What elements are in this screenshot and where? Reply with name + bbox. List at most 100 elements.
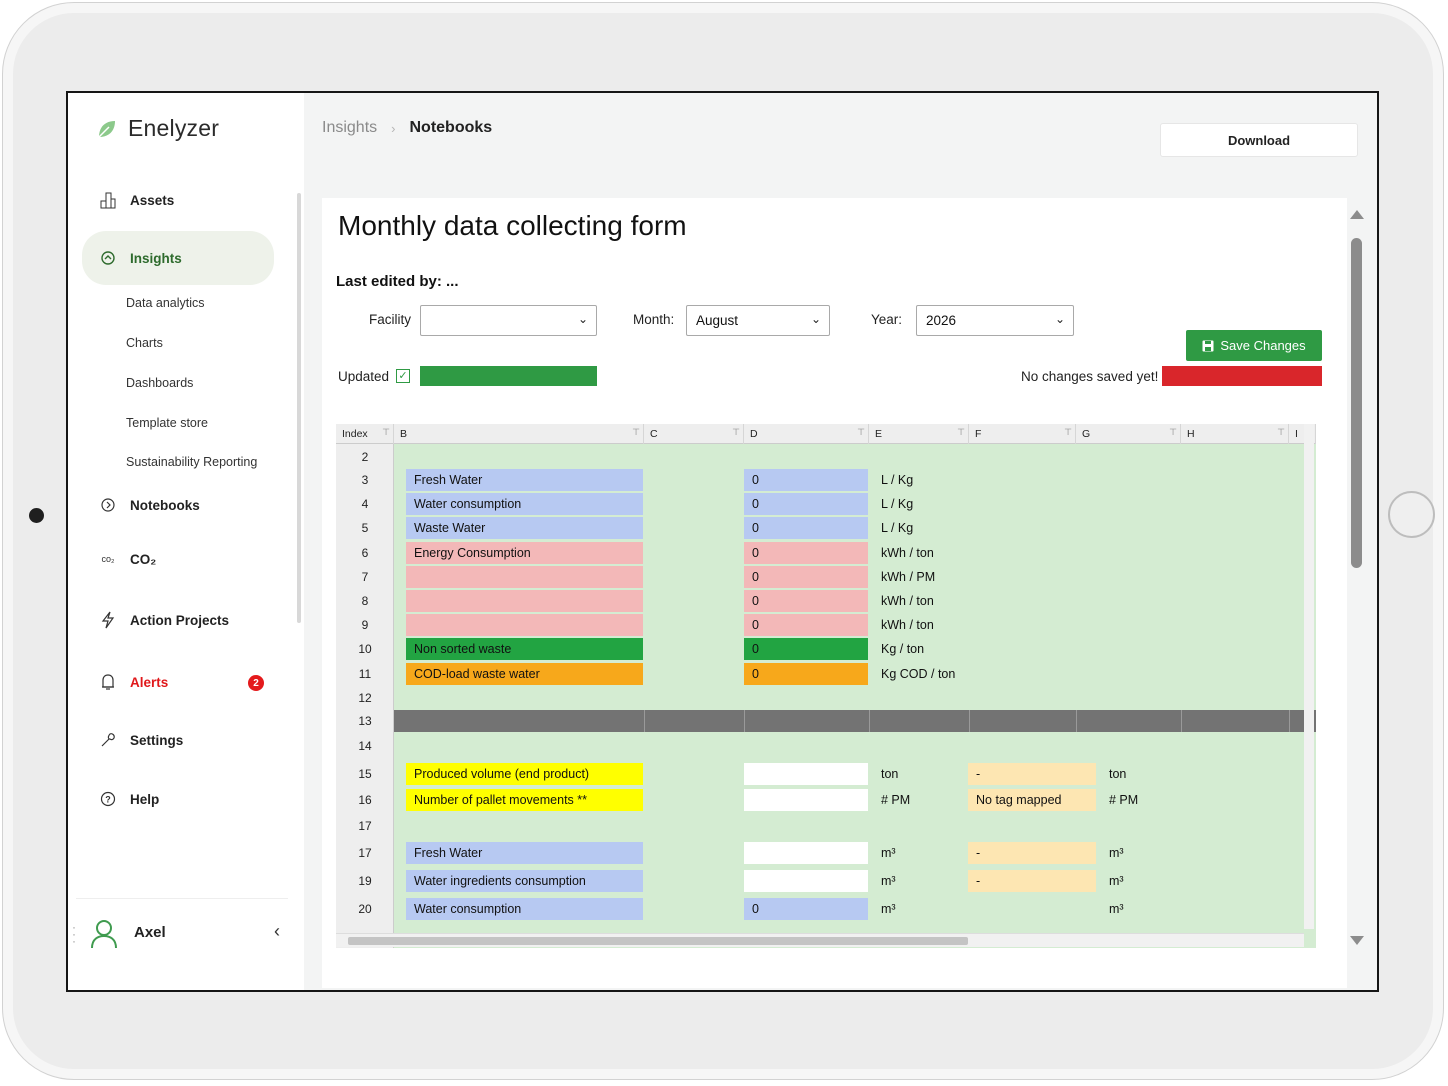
sub-item-sustainability-reporting[interactable]: Sustainability Reporting [126,455,257,469]
scrollbar-thumb[interactable] [1351,238,1362,568]
separator-gridline [969,710,970,732]
column-header-h[interactable]: H ⊤ [1181,424,1289,444]
cell-d[interactable]: 0 [744,590,868,612]
cell-g-unit: ton [1109,767,1127,781]
scroll-up-icon[interactable] [1349,208,1365,220]
sidebar-item-insights[interactable]: Insights [82,231,274,285]
cell-d[interactable]: 0 [744,469,868,491]
row-index: 19 [358,874,372,888]
cell-d[interactable] [744,842,868,864]
cell-b[interactable]: COD-load waste water [406,663,643,685]
cell-b[interactable] [406,566,643,588]
cell-b[interactable]: Water consumption [406,898,643,920]
cell-f[interactable]: - [968,870,1096,892]
cell-b[interactable]: Number of pallet movements ** [406,789,643,811]
cell-b[interactable]: Produced volume (end product) [406,763,643,785]
cell-b[interactable]: Non sorted waste [406,638,643,660]
cell-d[interactable]: 0 [744,493,868,515]
cell-f[interactable]: - [968,842,1096,864]
filter-icon[interactable]: ⊤ [382,427,390,438]
filter-icon[interactable]: ⊤ [732,427,740,438]
cell-d[interactable]: 0 [744,638,868,660]
sidebar-item-co2[interactable]: co₂ CO₂ [82,540,274,578]
save-changes-button[interactable]: Save Changes [1186,330,1322,361]
cell-g-unit: # PM [1109,793,1139,807]
separator-gridline [744,710,745,732]
filter-icon[interactable]: ⊤ [1277,427,1285,438]
cell-b[interactable] [406,614,643,636]
user-profile[interactable]: · · · Axel ‹ [68,911,304,959]
cell-b[interactable]: Energy Consumption [406,542,643,564]
download-button[interactable]: Download [1160,123,1358,157]
facility-select[interactable]: ⌄ [420,305,597,336]
filter-icon[interactable]: ⊤ [1064,427,1072,438]
cell-g-unit: m³ [1109,874,1124,888]
cell-b[interactable]: Waste Water [406,517,643,539]
month-select[interactable]: August ⌄ [686,305,830,336]
sub-item-charts[interactable]: Charts [126,336,163,350]
drag-handle-icon[interactable]: · · · [72,921,76,947]
column-header-e[interactable]: E ⊤ [869,424,969,444]
column-header-f[interactable]: F ⊤ [969,424,1076,444]
column-header-d[interactable]: D ⊤ [744,424,869,444]
no-changes-label: No changes saved yet! [1021,369,1159,384]
filter-icon[interactable]: ⊤ [1169,427,1177,438]
filter-icon[interactable]: ⊤ [857,427,865,438]
logo[interactable]: Enelyzer [96,115,219,142]
sub-item-template-store[interactable]: Template store [126,416,208,430]
home-button[interactable] [1388,491,1435,538]
cell-d[interactable] [744,789,868,811]
sub-item-data-analytics[interactable]: Data analytics [126,296,205,310]
column-header-b[interactable]: B ⊤ [394,424,644,444]
cell-d[interactable] [744,870,868,892]
cell-d[interactable]: 0 [744,614,868,636]
sidebar-item-assets[interactable]: Assets [82,181,274,219]
updated-checkbox[interactable]: ✓ [396,369,410,383]
sheet-vertical-scrollbar[interactable] [1304,424,1314,929]
scrollbar-thumb[interactable] [348,937,968,945]
cell-f[interactable]: - [968,763,1096,785]
cell-b[interactable] [406,590,643,612]
sub-item-dashboards[interactable]: Dashboards [126,376,193,390]
sidebar-item-settings[interactable]: Settings [82,721,274,759]
filter-icon[interactable]: ⊤ [957,427,965,438]
filter-icon[interactable]: ⊤ [632,427,640,438]
breadcrumb-insights[interactable]: Insights [322,119,377,137]
column-header-c[interactable]: C ⊤ [644,424,744,444]
camera-dot [29,508,44,523]
cell-e-unit: ton [881,767,899,781]
user-name: Axel [134,924,166,941]
cell-b[interactable]: Water consumption [406,493,643,515]
cell-d[interactable]: 0 [744,542,868,564]
sidebar-item-help[interactable]: ? Help [82,780,274,818]
year-select[interactable]: 2026 ⌄ [916,305,1074,336]
cell-f[interactable]: No tag mapped [968,789,1096,811]
sheet-horizontal-scrollbar[interactable] [336,933,1304,947]
alerts-count-badge: 2 [248,675,264,691]
sidebar-item-alerts[interactable]: Alerts [82,663,274,701]
sidebar-item-notebooks[interactable]: Notebooks [82,486,274,524]
column-label: E [875,428,883,440]
chevron-down-icon: ⌄ [810,312,821,326]
row-index: 7 [361,570,369,584]
column-header-g[interactable]: G ⊤ [1076,424,1181,444]
sidebar-item-action-projects[interactable]: Action Projects [82,601,274,639]
cell-d[interactable]: 0 [744,566,868,588]
cell-d[interactable]: 0 [744,898,868,920]
scroll-down-icon[interactable] [1349,935,1365,947]
cell-b[interactable]: Fresh Water [406,842,643,864]
page-scrollbar[interactable] [1346,208,1368,968]
separator-gridline [869,710,870,732]
cell-e-unit: kWh / ton [881,618,934,632]
column-header-index[interactable]: Index ⊤ [336,424,394,444]
spreadsheet[interactable]: Index ⊤ B ⊤ C ⊤ D ⊤ E ⊤ F ⊤ G ⊤ H ⊤ I 2 3 Fresh Wa… [336,424,1316,948]
cell-b[interactable]: Water ingredients consumption [406,870,643,892]
cell-d[interactable]: 0 [744,663,868,685]
cell-d[interactable]: 0 [744,517,868,539]
user-avatar-icon [91,920,117,949]
cell-d[interactable] [744,763,868,785]
collapse-sidebar-icon[interactable]: ‹ [274,921,280,942]
sidebar-scrollbar[interactable] [297,193,301,623]
breadcrumb: Insights › Notebooks [322,119,492,137]
cell-b[interactable]: Fresh Water [406,469,643,491]
